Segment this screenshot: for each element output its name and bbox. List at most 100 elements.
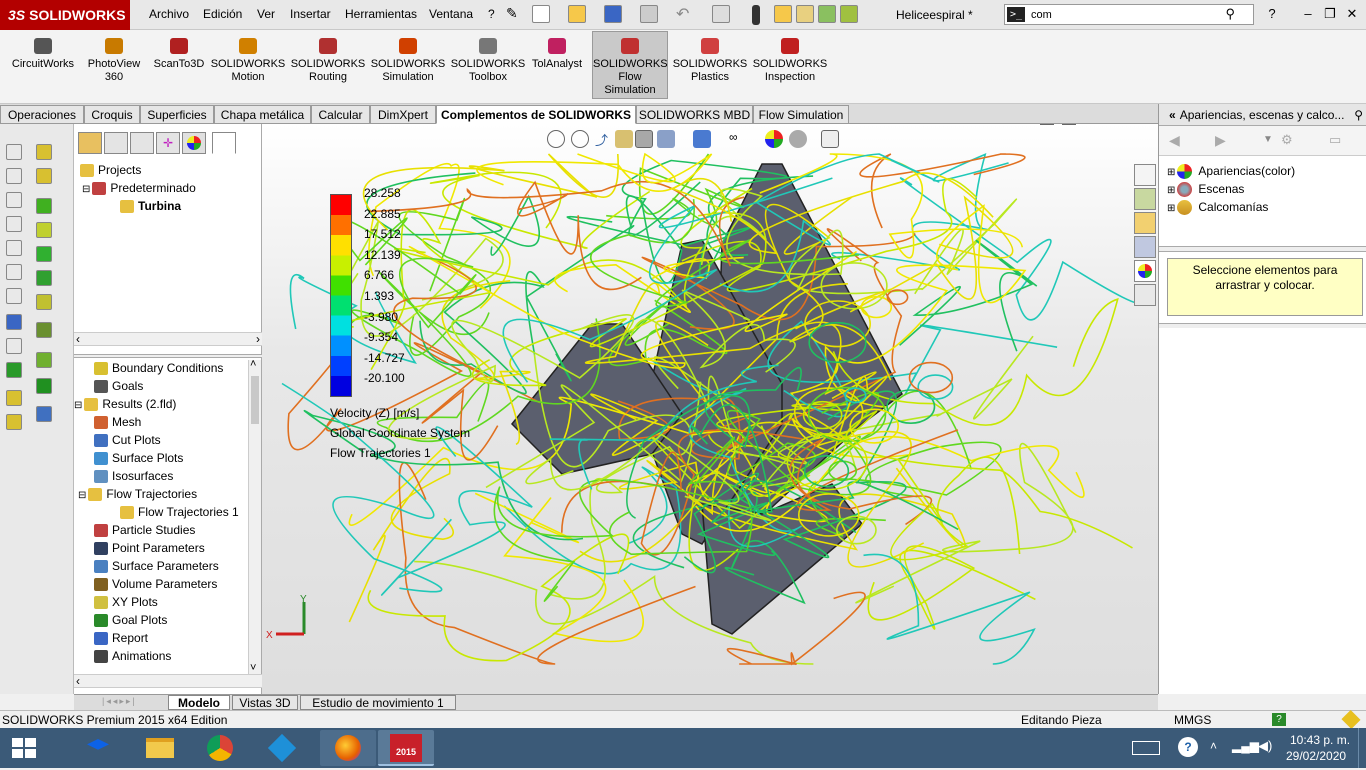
view-box-icon[interactable] bbox=[6, 168, 22, 184]
property-tab-icon[interactable] bbox=[104, 132, 128, 154]
tree-point-parameters[interactable]: Point Parameters bbox=[94, 540, 205, 556]
flow-run-icon[interactable] bbox=[36, 198, 52, 214]
menu-herramientas[interactable]: Herramientas bbox=[345, 7, 417, 21]
tab-operaciones[interactable]: Operaciones bbox=[0, 105, 84, 124]
print-icon[interactable] bbox=[640, 5, 658, 23]
file-explorer-taskbar-icon[interactable] bbox=[140, 730, 180, 766]
expand-icon[interactable]: ⊞ bbox=[1167, 185, 1175, 196]
ribbon-button-solidworks-flow-simulation[interactable]: SOLIDWORKS Flow Simulation bbox=[592, 31, 668, 99]
feature-tree-tab-icon[interactable] bbox=[78, 132, 102, 154]
tree-cut-plots[interactable]: Cut Plots bbox=[94, 432, 161, 448]
collapse-icon[interactable]: ⊟ bbox=[82, 184, 90, 195]
back-icon[interactable]: ◀ bbox=[1169, 132, 1180, 149]
custom-properties-icon[interactable] bbox=[1134, 284, 1156, 306]
help-status-icon[interactable]: ? bbox=[1272, 713, 1286, 726]
flow-results-icon[interactable] bbox=[36, 294, 52, 310]
tree-predeterminado[interactable]: ⊟ Predeterminado bbox=[82, 180, 196, 196]
configuration-tab-icon[interactable] bbox=[130, 132, 154, 154]
folder-icon[interactable]: ▭ bbox=[1329, 132, 1341, 148]
menu-help[interactable]: ? bbox=[488, 7, 495, 21]
graphics-area[interactable]: ⤴ ∞ – ❐ ✕ 28.25822.88517.51212.1396.7661… bbox=[262, 124, 1158, 694]
addins-icon[interactable] bbox=[840, 5, 858, 23]
scroll-right-icon[interactable]: › bbox=[256, 332, 260, 346]
tree-isosurfaces[interactable]: Isosurfaces bbox=[94, 468, 173, 484]
flow-trajectory-icon[interactable] bbox=[36, 378, 52, 394]
pin-icon[interactable]: ✎ bbox=[506, 5, 518, 22]
tree-animations[interactable]: Animations bbox=[94, 648, 171, 664]
file-explorer-icon[interactable] bbox=[1134, 212, 1156, 234]
menu-archivo[interactable]: Archivo bbox=[149, 7, 189, 21]
flow-icon[interactable] bbox=[6, 390, 22, 406]
view-box-icon[interactable] bbox=[6, 288, 22, 304]
tab-solidworks-mbd[interactable]: SOLIDWORKS MBD bbox=[636, 105, 753, 124]
tab-superficies[interactable]: Superficies bbox=[140, 105, 214, 124]
relation-icon[interactable] bbox=[6, 362, 22, 378]
ribbon-button-solidworks-plastics[interactable]: SOLIDWORKS Plastics bbox=[672, 38, 748, 84]
pane-splitter[interactable] bbox=[1159, 246, 1366, 252]
ribbon-button-circuitworks[interactable]: CircuitWorks bbox=[8, 38, 78, 71]
horizontal-scrollbar[interactable]: ‹ › bbox=[74, 332, 262, 346]
view-box-icon[interactable] bbox=[6, 192, 22, 208]
expand-icon[interactable]: ⊞ bbox=[1167, 203, 1175, 214]
home-icon[interactable] bbox=[1134, 164, 1156, 186]
search-commands-box[interactable]: >_ ⚲ bbox=[1004, 4, 1254, 25]
scroll-down-icon[interactable]: ˅ bbox=[250, 662, 256, 674]
ribbon-button-solidworks-motion[interactable]: SOLIDWORKS Motion bbox=[210, 38, 286, 84]
show-hidden-icons[interactable]: ˄ bbox=[1210, 739, 1217, 753]
tree-scenes[interactable]: ⊞ Escenas bbox=[1167, 182, 1244, 198]
flow-simulation-tab-icon[interactable] bbox=[212, 132, 236, 154]
ribbon-button-scanto3d[interactable]: ScanTo3D bbox=[150, 38, 208, 71]
close-icon[interactable]: ✕ bbox=[1342, 5, 1362, 23]
tab-chapa-met-lica[interactable]: Chapa metálica bbox=[214, 105, 311, 124]
help-icon[interactable]: ? bbox=[1262, 5, 1282, 23]
horizontal-scrollbar[interactable]: ‹ bbox=[74, 674, 262, 688]
design-library-icon[interactable] bbox=[1134, 188, 1156, 210]
pane-splitter[interactable] bbox=[1159, 323, 1366, 328]
bottom-tab-vistas-3d[interactable]: Vistas 3D bbox=[232, 695, 298, 710]
forward-icon[interactable]: ▶ bbox=[1215, 132, 1226, 149]
save-icon[interactable] bbox=[604, 5, 622, 23]
menu-ver[interactable]: Ver bbox=[257, 7, 275, 21]
new-document-icon[interactable] bbox=[532, 5, 550, 23]
show-desktop-button[interactable] bbox=[1358, 728, 1366, 768]
dropbox-icon[interactable] bbox=[78, 730, 118, 766]
unit-system[interactable]: MMGS bbox=[1174, 713, 1211, 727]
tree-surface-parameters[interactable]: Surface Parameters bbox=[94, 558, 219, 574]
keyboard-icon[interactable] bbox=[1132, 741, 1160, 755]
tree-particle-studies[interactable]: Particle Studies bbox=[94, 522, 195, 538]
restore-icon[interactable]: ❐ bbox=[1320, 5, 1340, 23]
clock-time[interactable]: 10:43 p. m. bbox=[1290, 733, 1350, 747]
tree-flow-trajectories[interactable]: ⊟ Flow Trajectories bbox=[78, 486, 197, 502]
tree-goals[interactable]: Goals bbox=[94, 378, 143, 394]
scroll-thumb[interactable] bbox=[251, 376, 259, 424]
expand-pane-icon[interactable]: « bbox=[1169, 108, 1176, 122]
collapse-icon[interactable]: ⊟ bbox=[78, 490, 86, 501]
open-folder-icon[interactable] bbox=[568, 5, 586, 23]
tab-croquis[interactable]: Croquis bbox=[84, 105, 140, 124]
ribbon-button-photoview-360[interactable]: PhotoView 360 bbox=[84, 38, 144, 84]
tree-mesh[interactable]: Mesh bbox=[94, 414, 141, 430]
tree-report[interactable]: Report bbox=[94, 630, 148, 646]
scroll-left-icon[interactable]: ‹ bbox=[76, 674, 80, 688]
windows-start-icon[interactable] bbox=[12, 738, 36, 758]
tree-surface-plots[interactable]: Surface Plots bbox=[94, 450, 183, 466]
sketch-icon[interactable] bbox=[6, 314, 22, 330]
ribbon-button-solidworks-toolbox[interactable]: SOLIDWORKS Toolbox bbox=[450, 38, 526, 84]
flow-boundary-icon[interactable] bbox=[36, 222, 52, 238]
flow-project-icon[interactable] bbox=[36, 168, 52, 184]
tree-results-2-fld[interactable]: ⊟ Results (2.fld) bbox=[74, 396, 176, 412]
add-to-library-icon[interactable]: ⚙ bbox=[1281, 132, 1293, 148]
menu-edicion[interactable]: Edición bbox=[203, 7, 242, 21]
chrome-icon[interactable] bbox=[200, 730, 240, 766]
app-diamond-icon[interactable] bbox=[262, 730, 302, 766]
ribbon-button-solidworks-inspection[interactable]: SOLIDWORKS Inspection bbox=[752, 38, 828, 84]
scroll-left-icon[interactable]: ‹ bbox=[76, 332, 80, 346]
flow-particle-icon[interactable] bbox=[36, 406, 52, 422]
tab-calcular[interactable]: Calcular bbox=[311, 105, 370, 124]
tree-appearances-color[interactable]: ⊞ Apariencias(color) bbox=[1167, 164, 1295, 180]
display-tab-icon[interactable] bbox=[182, 132, 206, 154]
menu-ventana[interactable]: Ventana bbox=[429, 7, 473, 21]
file-properties-icon[interactable] bbox=[774, 5, 792, 23]
firefox-icon[interactable] bbox=[320, 730, 376, 766]
scroll-up-icon[interactable]: ˄ bbox=[250, 358, 256, 370]
